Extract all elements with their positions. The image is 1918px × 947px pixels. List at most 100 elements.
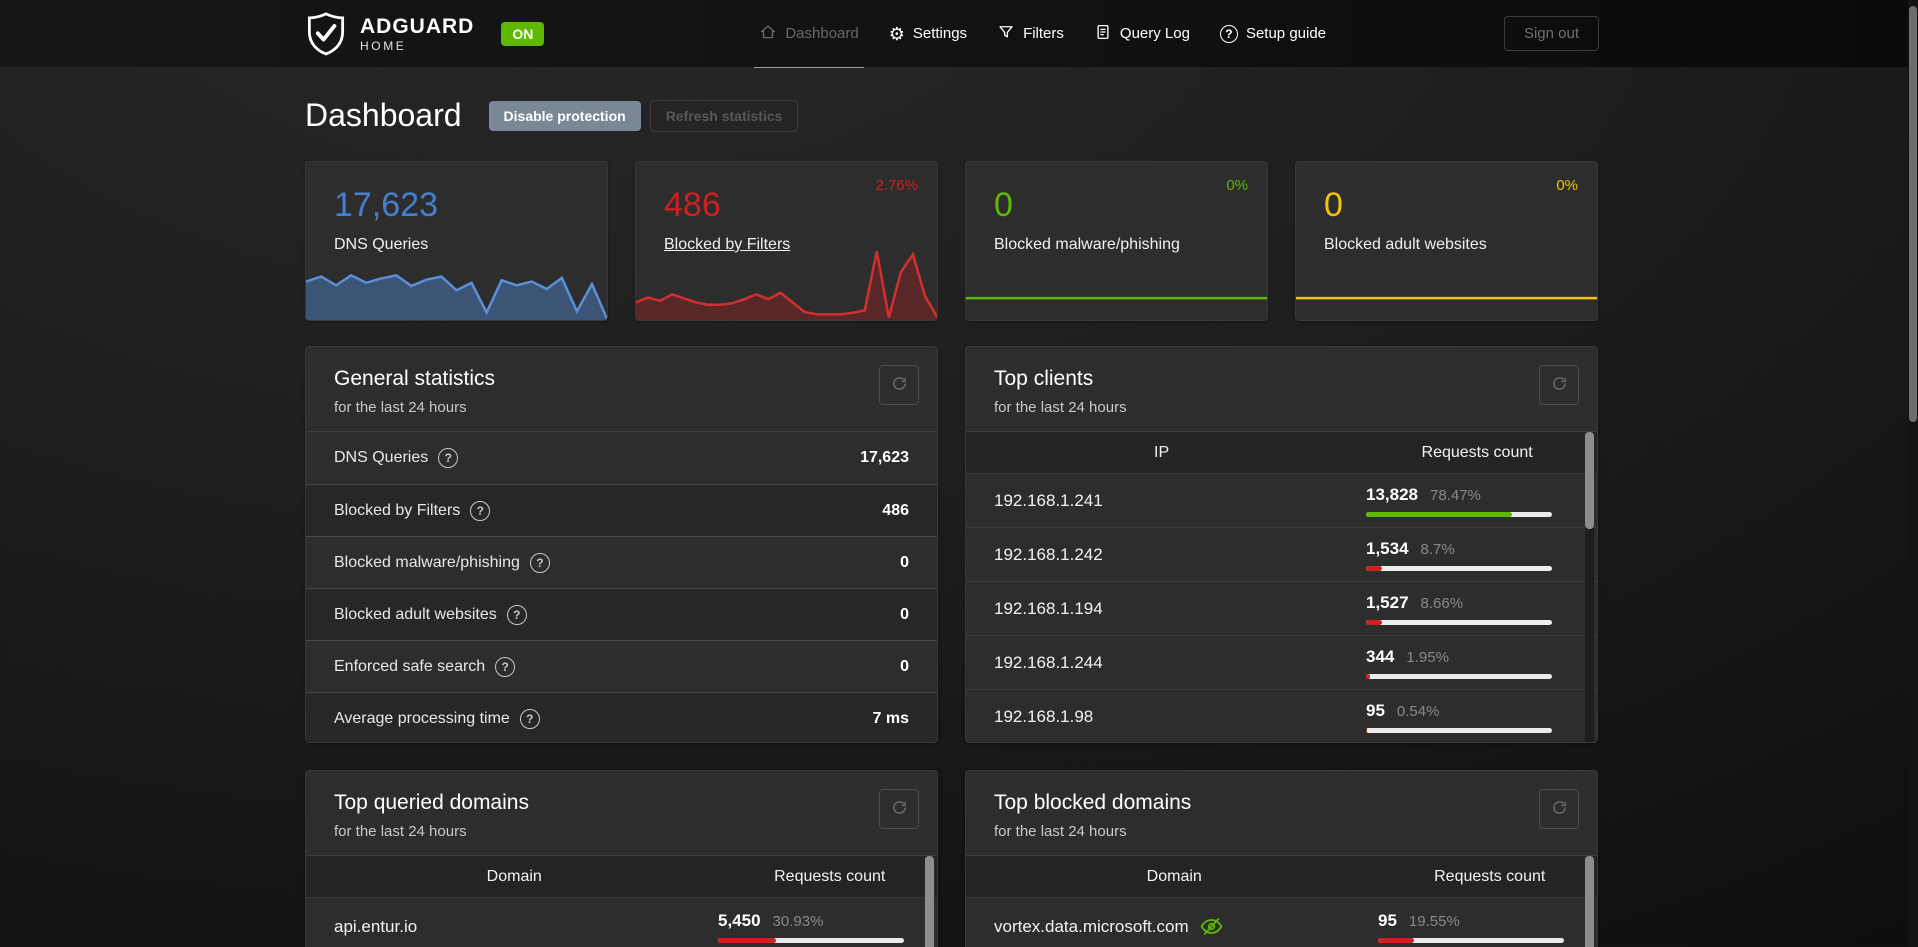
blocked-malware-label: Blocked malware/phishing (994, 236, 1180, 253)
help-icon[interactable]: ? (495, 656, 516, 677)
table-row: 192.168.1.242 1,534 8.7% (966, 528, 1597, 582)
scrollbar-thumb[interactable] (925, 856, 934, 947)
top-queried-subtitle: for the last 24 hours (334, 823, 467, 840)
shield-logo-icon (305, 11, 347, 57)
stat-value: 0 (900, 657, 909, 675)
stat-row: Blocked malware/phishing ? 0 (306, 536, 937, 588)
table-row: 192.168.1.98 95 0.54% (966, 690, 1597, 742)
nav-item-dashboard[interactable]: Dashboard (744, 0, 873, 68)
nav-item-settings[interactable]: ⚙ Settings (874, 0, 982, 67)
scrollbar-thumb[interactable] (1585, 856, 1594, 947)
top-blocked-header: Domain Requests count (966, 856, 1597, 898)
top-blocked-title: Top blocked domains (994, 791, 1192, 814)
sign-out-button[interactable]: Sign out (1503, 16, 1599, 51)
panel-scrollbar[interactable] (1585, 432, 1594, 742)
progress-bar (1366, 565, 1552, 571)
progress-bar (718, 937, 904, 943)
nav-label: Filters (1023, 25, 1064, 42)
protection-status-badge: ON (501, 21, 545, 46)
request-count: 1,534 (1366, 538, 1409, 558)
table-row: vortex.data.microsoft.com 95 19.55% (966, 898, 1597, 947)
top-blocked-subtitle: for the last 24 hours (994, 823, 1127, 840)
top-clients-subtitle: for the last 24 hours (994, 399, 1127, 416)
panel-scrollbar[interactable] (1585, 856, 1594, 947)
nav-item-setup-guide[interactable]: ? Setup guide (1205, 0, 1341, 67)
top-queried-title: Top queried domains (334, 791, 529, 814)
card-blocked-adult: 0 Blocked adult websites 0% (1295, 161, 1598, 321)
table-row: 192.168.1.241 13,828 78.47% (966, 474, 1597, 528)
dns-queries-value: 17,623 (334, 186, 438, 224)
client-ip[interactable]: 192.168.1.244 (966, 653, 1366, 673)
request-count: 13,828 (1366, 484, 1418, 504)
request-percent: 0.54% (1396, 702, 1440, 720)
stat-label: Blocked adult websites (334, 605, 497, 623)
help-icon[interactable]: ? (470, 500, 491, 521)
general-statistics-subtitle: for the last 24 hours (334, 399, 467, 416)
card-blocked-malware: 0 Blocked malware/phishing 0% (965, 161, 1268, 321)
brand-name: ADGUARD (360, 14, 475, 38)
brand-sub: HOME (360, 38, 407, 53)
col-requests-count: Requests count (774, 867, 886, 885)
blocked-adult-percent: 0% (1556, 177, 1578, 194)
client-ip[interactable]: 192.168.1.98 (966, 707, 1366, 727)
table-row: api.entur.io 5,450 30.93% (306, 898, 937, 947)
top-clients-header: IP Requests count (966, 432, 1597, 474)
disable-protection-button[interactable]: Disable protection (488, 100, 641, 131)
col-ip: IP (1154, 443, 1170, 461)
help-icon[interactable]: ? (529, 552, 550, 573)
page-scrollbar[interactable] (1908, 0, 1918, 947)
nav-label: Dashboard (785, 25, 859, 42)
refresh-icon (891, 799, 908, 819)
funnel-icon (997, 23, 1015, 45)
stat-label: Blocked malware/phishing (334, 553, 520, 571)
scrollbar-thumb[interactable] (1909, 6, 1917, 422)
refresh-button[interactable] (879, 789, 919, 829)
nav-item-query-log[interactable]: Query Log (1079, 0, 1205, 67)
request-percent: 19.55% (1408, 912, 1460, 930)
request-count: 1,527 (1366, 592, 1409, 612)
request-percent: 30.93% (772, 912, 824, 930)
stat-label: Blocked by Filters (334, 501, 461, 519)
question-circle-icon: ? (1219, 24, 1238, 43)
col-requests-count: Requests count (1421, 443, 1533, 461)
request-percent: 1.95% (1406, 648, 1449, 666)
request-percent: 78.47% (1430, 486, 1481, 504)
stat-value: 0 (900, 605, 909, 623)
top-queried-domains-panel: Top queried domains for the last 24 hour… (305, 770, 938, 947)
client-ip[interactable]: 192.168.1.242 (966, 545, 1366, 565)
domain-name[interactable]: vortex.data.microsoft.com (994, 917, 1189, 937)
client-ip[interactable]: 192.168.1.241 (966, 491, 1366, 511)
eye-off-icon[interactable] (1199, 914, 1224, 939)
scrollbar-thumb[interactable] (1585, 432, 1594, 529)
refresh-icon (891, 375, 908, 395)
stat-value: 17,623 (860, 449, 909, 466)
col-domain: Domain (1146, 867, 1202, 885)
top-blocked-domains-panel: Top blocked domains for the last 24 hour… (965, 770, 1598, 947)
stat-label: Enforced safe search (334, 657, 486, 675)
help-icon[interactable]: ? (438, 448, 459, 468)
nav-item-filters[interactable]: Filters (982, 0, 1079, 67)
help-icon[interactable]: ? (519, 708, 540, 729)
dns-queries-sparkline (306, 258, 607, 320)
blocked-filters-link[interactable]: Blocked by Filters (636, 222, 937, 254)
help-icon[interactable]: ? (506, 604, 527, 625)
refresh-button[interactable] (879, 365, 919, 405)
refresh-button[interactable] (1539, 365, 1579, 405)
panel-scrollbar[interactable] (925, 856, 934, 947)
nav-label: Setup guide (1245, 25, 1327, 42)
table-row: 192.168.1.244 344 1.95% (966, 636, 1597, 690)
blocked-adult-sparkline (1296, 268, 1597, 320)
refresh-statistics-button[interactable]: Refresh statistics (649, 99, 799, 132)
top-clients-panel: Top clients for the last 24 hours IP Req… (965, 346, 1598, 743)
adguard-logo: ADGUARD HOME ON (305, 11, 545, 57)
client-ip[interactable]: 192.168.1.194 (966, 599, 1366, 619)
refresh-icon (1551, 799, 1568, 819)
refresh-button[interactable] (1539, 789, 1579, 829)
request-count: 95 (1378, 910, 1397, 930)
domain-name[interactable]: api.entur.io (306, 917, 718, 937)
stat-row: Enforced safe search ? 0 (306, 640, 937, 692)
top-queried-header: Domain Requests count (306, 856, 937, 898)
progress-bar (1366, 619, 1552, 625)
refresh-icon (1551, 375, 1568, 395)
stat-label: Average processing time (334, 709, 510, 727)
